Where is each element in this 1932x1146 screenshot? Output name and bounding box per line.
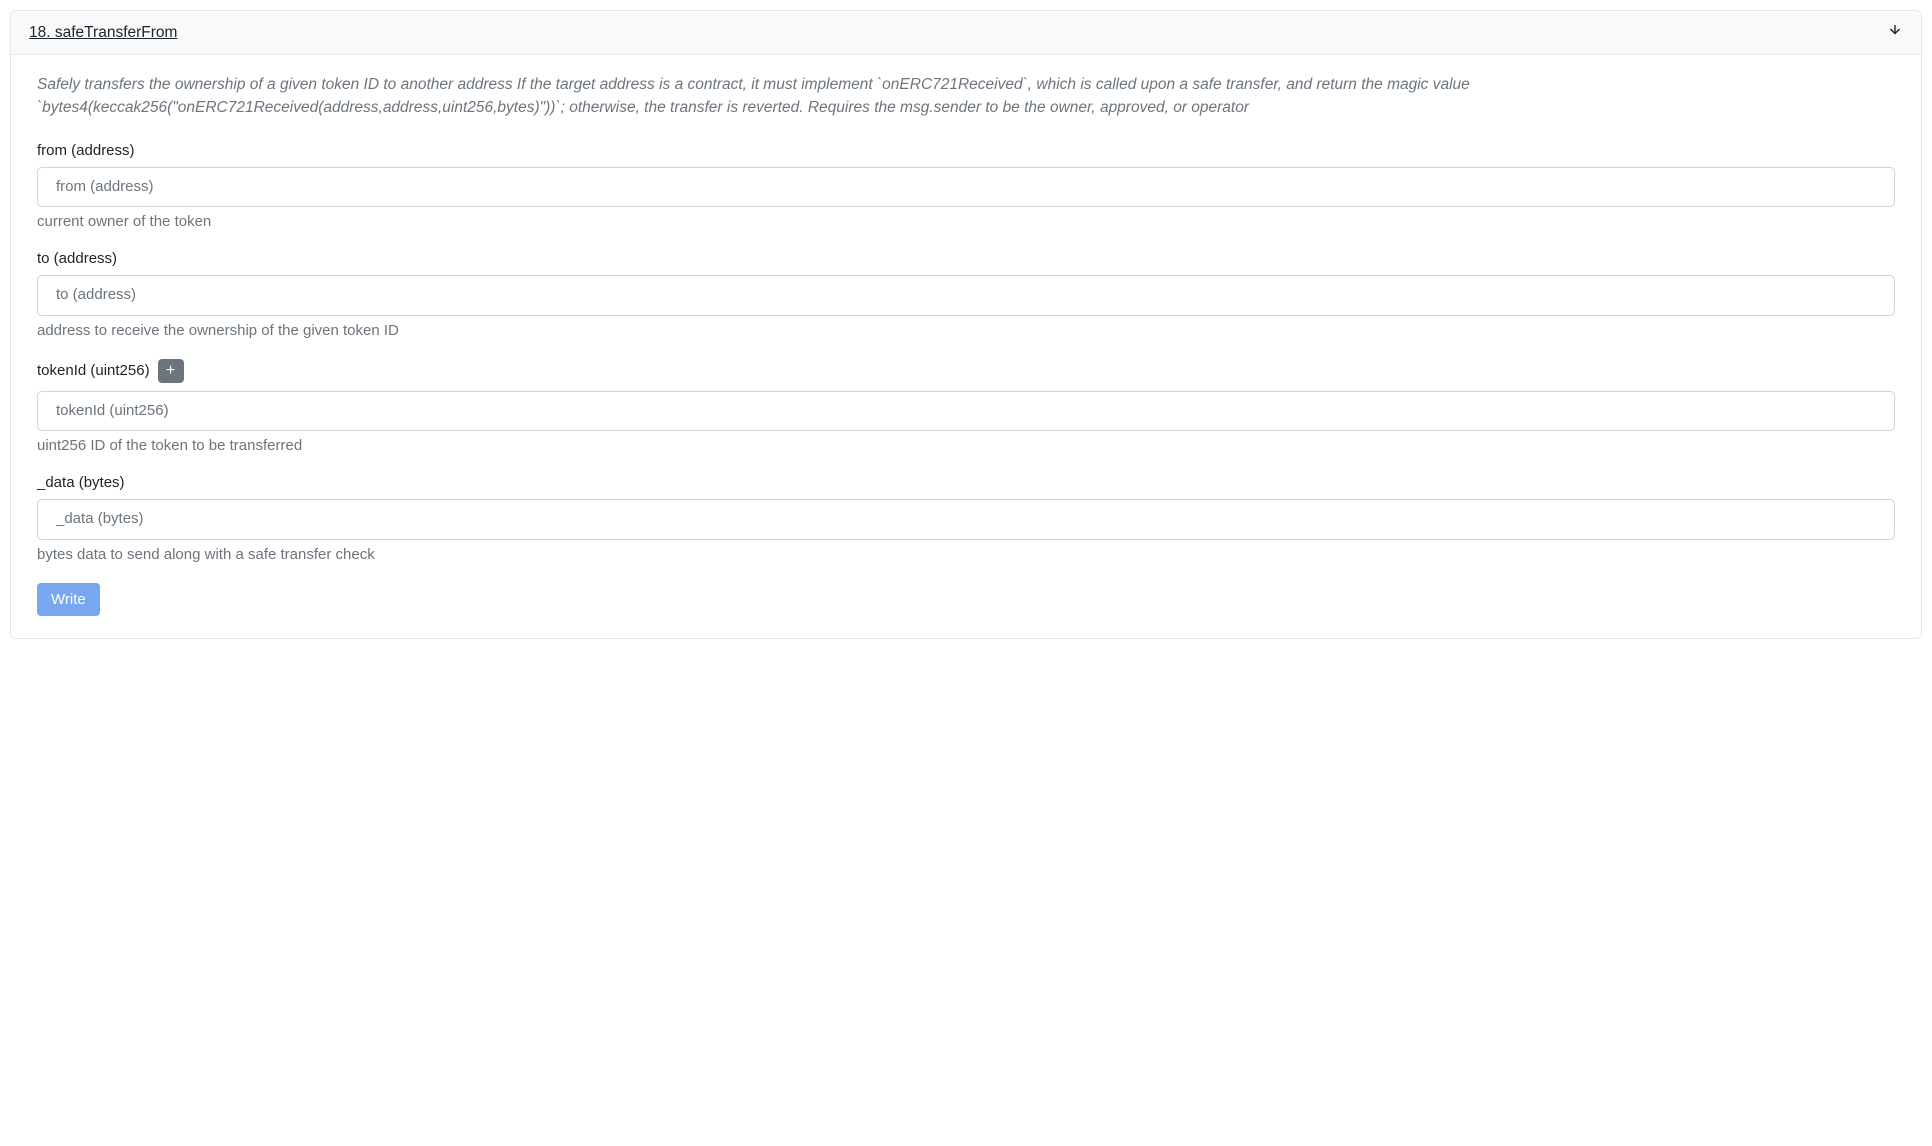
to-help: address to receive the ownership of the … <box>37 322 1895 339</box>
to-label: to (address) <box>37 250 117 267</box>
form-group-to: to (address) address to receive the owne… <box>37 250 1895 339</box>
panel-body: Safely transfers the ownership of a give… <box>11 55 1921 638</box>
function-panel: 18. safeTransferFrom Safely transfers th… <box>10 10 1922 639</box>
tokenid-label: tokenId (uint256) <box>37 362 150 379</box>
collapse-arrow-icon[interactable] <box>1887 23 1903 42</box>
data-input[interactable] <box>37 499 1895 540</box>
label-row-data: _data (bytes) <box>37 474 1895 491</box>
label-row-from: from (address) <box>37 142 1895 159</box>
add-uint-button[interactable]: + <box>158 359 184 383</box>
function-title[interactable]: 18. safeTransferFrom <box>29 24 177 42</box>
panel-header[interactable]: 18. safeTransferFrom <box>11 11 1921 55</box>
from-input[interactable] <box>37 167 1895 208</box>
write-button[interactable]: Write <box>37 583 100 616</box>
form-group-from: from (address) current owner of the toke… <box>37 142 1895 231</box>
from-label: from (address) <box>37 142 135 159</box>
form-group-data: _data (bytes) bytes data to send along w… <box>37 474 1895 563</box>
label-row-to: to (address) <box>37 250 1895 267</box>
from-help: current owner of the token <box>37 213 1895 230</box>
plus-icon: + <box>166 363 175 379</box>
to-input[interactable] <box>37 275 1895 316</box>
label-row-tokenid: tokenId (uint256) + <box>37 359 1895 383</box>
function-description: Safely transfers the ownership of a give… <box>37 73 1895 120</box>
tokenid-input[interactable] <box>37 391 1895 432</box>
data-label: _data (bytes) <box>37 474 125 491</box>
data-help: bytes data to send along with a safe tra… <box>37 546 1895 563</box>
tokenid-help: uint256 ID of the token to be transferre… <box>37 437 1895 454</box>
form-group-tokenid: tokenId (uint256) + uint256 ID of the to… <box>37 359 1895 455</box>
